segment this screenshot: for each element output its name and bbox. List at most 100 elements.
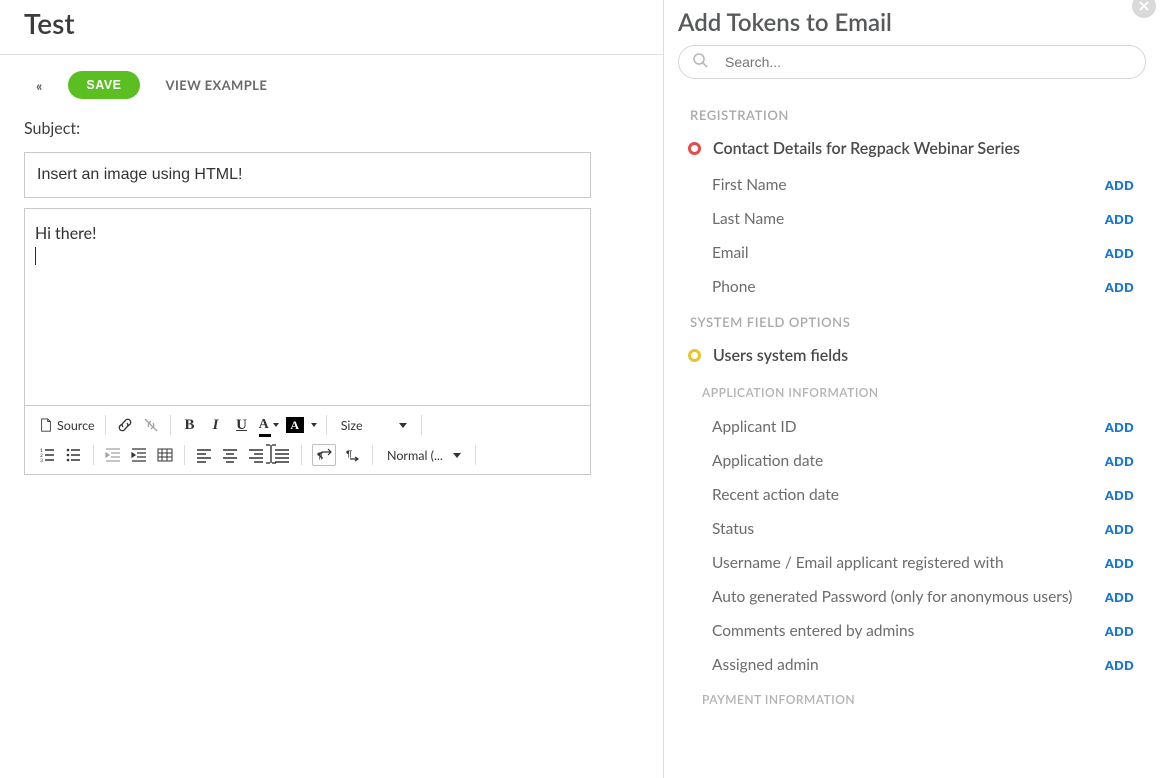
view-example-button[interactable]: VIEW EXAMPLE: [166, 77, 268, 93]
indent-icon: [131, 447, 147, 463]
text-caret: [35, 247, 36, 265]
token-row: Status ADD: [678, 512, 1146, 546]
ordered-list-button[interactable]: 123: [39, 445, 57, 465]
underline-button[interactable]: U: [233, 415, 251, 435]
close-button[interactable]: [1132, 0, 1156, 18]
token-label: Recent action date: [712, 486, 839, 504]
link-button[interactable]: [116, 415, 134, 435]
search-icon: [692, 52, 708, 72]
add-button[interactable]: ADD: [1105, 178, 1134, 193]
editor-body[interactable]: Hi there!: [25, 209, 590, 405]
chevron-down-icon: [273, 423, 279, 427]
action-bar: « SAVE VIEW EXAMPLE: [0, 55, 663, 119]
search-input[interactable]: [678, 45, 1146, 79]
back-button[interactable]: «: [36, 77, 42, 94]
token-row: PhoneADD: [678, 270, 1146, 304]
panel-title: Add Tokens to Email: [678, 4, 1146, 45]
source-icon: [39, 418, 53, 432]
add-button[interactable]: ADD: [1105, 624, 1134, 639]
group-title: Users system fields: [713, 346, 848, 365]
align-justify-icon: [274, 447, 290, 463]
svg-text:3: 3: [40, 458, 43, 463]
close-icon: [1138, 0, 1150, 12]
token-label: Email: [712, 244, 749, 262]
subject-input[interactable]: [24, 152, 591, 198]
token-row: Applicant IDADD: [678, 410, 1146, 444]
text-color-button[interactable]: A: [259, 415, 278, 435]
svg-text:¶: ¶: [346, 448, 352, 459]
add-button[interactable]: ADD: [1105, 212, 1134, 227]
group-users-system-fields[interactable]: Users system fields: [678, 342, 1146, 375]
token-label: Auto generated Password (only for anonym…: [712, 588, 1072, 606]
bg-color-icon: A: [286, 417, 304, 433]
editor-panel: Test « SAVE VIEW EXAMPLE Subject: Hi the…: [0, 0, 664, 778]
rtl-button[interactable]: ¶: [344, 445, 362, 465]
sub-header-payment-info: PAYMENT INFORMATION: [678, 682, 1146, 717]
unordered-list-button[interactable]: [65, 445, 83, 465]
align-right-button[interactable]: [247, 445, 265, 465]
bg-color-button[interactable]: A: [286, 415, 316, 435]
chevron-down-icon: [399, 423, 407, 428]
token-row: Application dateADD: [678, 444, 1146, 478]
toolbar-separator: [184, 445, 185, 465]
token-row: Recent action date ADD: [678, 478, 1146, 512]
token-label: First Name: [712, 176, 787, 194]
font-size-dropdown[interactable]: Size: [337, 416, 411, 435]
group-contact-details[interactable]: Contact Details for Regpack Webinar Seri…: [678, 135, 1146, 168]
indent-button[interactable]: [130, 445, 148, 465]
add-button[interactable]: ADD: [1105, 488, 1134, 503]
editor-toolbar: Source B I: [25, 405, 590, 474]
token-label: Assigned admin: [712, 656, 819, 674]
group-title: Contact Details for Regpack Webinar Seri…: [713, 139, 1020, 158]
add-button[interactable]: ADD: [1105, 420, 1134, 435]
font-size-label: Size: [341, 418, 363, 433]
source-button[interactable]: Source: [39, 418, 95, 433]
toolbar-separator: [475, 445, 476, 465]
align-right-icon: [248, 447, 264, 463]
add-button[interactable]: ADD: [1105, 658, 1134, 673]
align-justify-button[interactable]: [273, 445, 291, 465]
ordered-list-icon: 123: [40, 447, 56, 463]
ltr-icon: ¶: [316, 447, 332, 463]
add-button[interactable]: ADD: [1105, 556, 1134, 571]
token-row: First Name ADD: [678, 168, 1146, 202]
ltr-button[interactable]: ¶: [312, 444, 336, 466]
toolbar-separator: [93, 445, 94, 465]
bold-button[interactable]: B: [181, 415, 199, 435]
save-button[interactable]: SAVE: [68, 71, 139, 99]
toolbar-separator: [105, 415, 106, 435]
add-button[interactable]: ADD: [1105, 522, 1134, 537]
add-button[interactable]: ADD: [1105, 280, 1134, 295]
chevron-down-icon: [311, 423, 317, 427]
toolbar-row-1: Source B I: [31, 410, 584, 440]
rtl-icon: ¶: [345, 447, 361, 463]
token-row: Assigned admin ADD: [678, 648, 1146, 682]
token-row: Username / Email applicant registered wi…: [678, 546, 1146, 580]
outdent-icon: [105, 447, 121, 463]
add-button[interactable]: ADD: [1105, 590, 1134, 605]
align-left-button[interactable]: [195, 445, 213, 465]
unlink-button[interactable]: [142, 415, 160, 435]
sub-header-app-info: APPLICATION INFORMATION: [678, 375, 1146, 410]
add-button[interactable]: ADD: [1105, 454, 1134, 469]
align-center-icon: [222, 447, 238, 463]
tokens-panel: Add Tokens to Email REGISTRATION Contact…: [664, 0, 1166, 778]
token-label: Status: [712, 520, 754, 538]
add-button[interactable]: ADD: [1105, 246, 1134, 261]
toolbar-separator: [421, 415, 422, 435]
unordered-list-icon: [66, 447, 82, 463]
format-dropdown[interactable]: Normal (...: [383, 446, 465, 465]
chevron-down-icon: [453, 453, 461, 458]
token-row: Last NameADD: [678, 202, 1146, 236]
unlink-icon: [143, 417, 159, 433]
page-title: Test: [0, 0, 663, 54]
italic-button[interactable]: I: [207, 415, 225, 435]
align-center-button[interactable]: [221, 445, 239, 465]
editor-area: Subject: Hi there! Source: [0, 119, 663, 475]
token-list-app-info: Applicant IDADD Application dateADD Rece…: [678, 410, 1146, 682]
editor-content: Hi there!: [35, 224, 96, 243]
token-list-registration: First Name ADD Last NameADD Email ADD Phon…: [678, 168, 1146, 304]
rich-text-editor: Hi there! Source: [24, 208, 591, 475]
table-button[interactable]: [156, 445, 174, 465]
outdent-button[interactable]: [104, 445, 122, 465]
